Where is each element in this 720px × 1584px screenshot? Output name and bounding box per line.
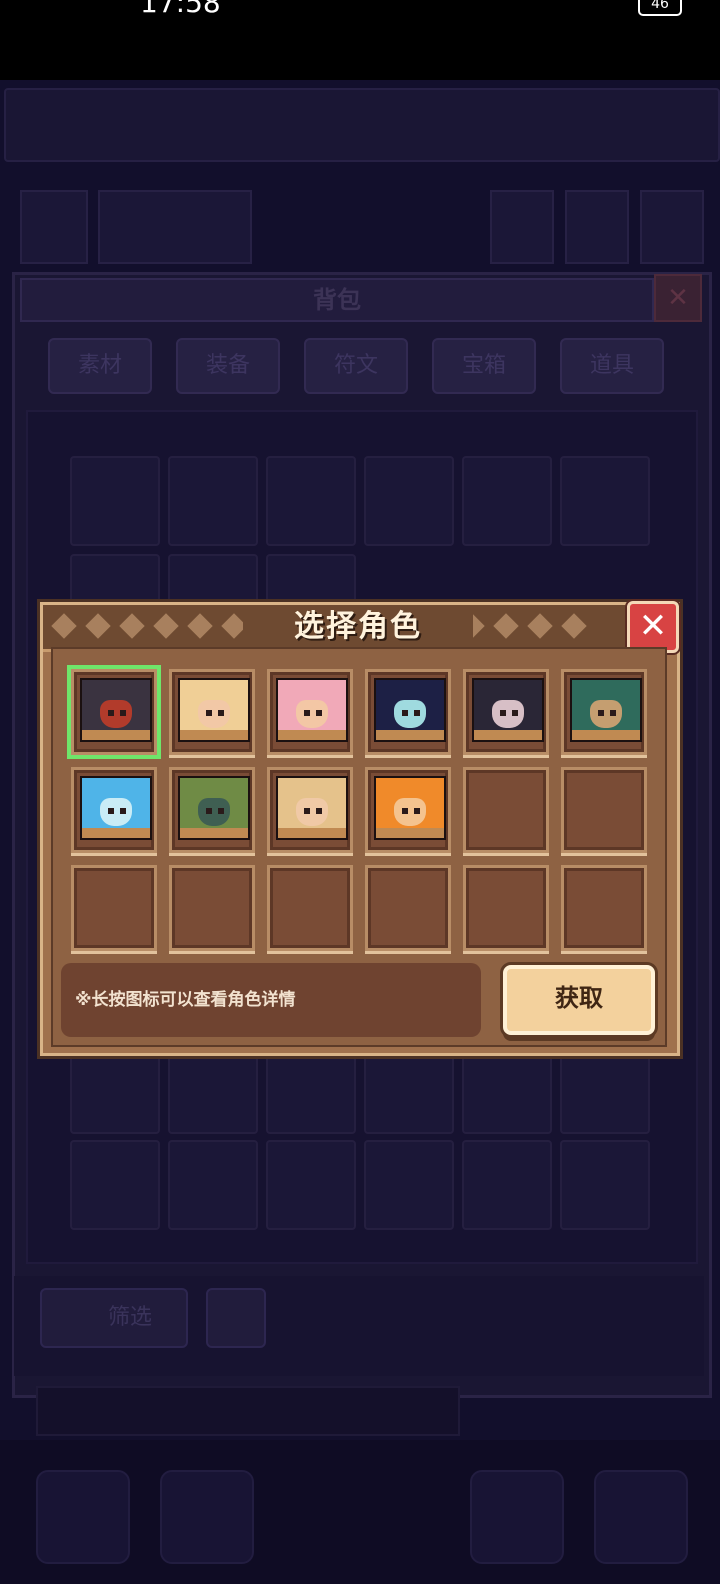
tab-materials: 素材 (48, 338, 152, 394)
tab-items: 道具 (560, 338, 664, 394)
backpack-close-icon: ✕ (654, 274, 702, 322)
character-portrait (374, 776, 446, 840)
nav-button (470, 1470, 564, 1564)
character-portrait (276, 776, 348, 840)
dialog-title: 选择角色 (243, 609, 473, 645)
character-slot-blue-hair-character[interactable] (71, 767, 157, 853)
tab-equipment: 装备 (176, 338, 280, 394)
character-portrait (570, 678, 642, 742)
empty-character-slot (463, 767, 549, 853)
character-portrait (374, 678, 446, 742)
empty-character-slot (463, 865, 549, 951)
status-bar: 17:58 46 (0, 0, 720, 80)
character-slot-plant-character[interactable] (169, 767, 255, 853)
hint-box: ※长按图标可以查看角色详情 (61, 963, 481, 1037)
empty-character-slot (71, 865, 157, 951)
background-info-bar (36, 1386, 460, 1436)
tab-runes: 符文 (304, 338, 408, 394)
background-resource-row (20, 190, 704, 264)
character-slot-pink-hat-character[interactable] (267, 669, 353, 755)
nav-button (36, 1470, 130, 1564)
sort-button (206, 1288, 266, 1348)
character-slot-dark-blue-hair-character[interactable] (365, 669, 451, 755)
dialog-header: 选择角色 (43, 605, 625, 652)
empty-character-slot (561, 865, 647, 951)
close-icon: ✕ (638, 606, 668, 646)
character-portrait (80, 678, 152, 742)
backpack-title-bar: 背包 (20, 278, 654, 322)
character-portrait (178, 678, 250, 742)
backpack-tabs: 素材 装备 符文 宝箱 道具 (48, 338, 668, 394)
status-time: 17:58 (140, 0, 221, 19)
character-portrait (80, 776, 152, 840)
empty-character-slot (267, 865, 353, 951)
character-slot-green-hair-character[interactable] (561, 669, 647, 755)
character-portrait (276, 678, 348, 742)
character-slot-dark-hooded-character[interactable] (71, 669, 157, 755)
nav-button (160, 1470, 254, 1564)
character-slot-fire-hair-character[interactable] (365, 767, 451, 853)
background-top-bar (4, 88, 720, 162)
filter-button: 筛选 (40, 1288, 188, 1348)
empty-character-slot (365, 865, 451, 951)
character-portrait (472, 678, 544, 742)
tab-chests: 宝箱 (432, 338, 536, 394)
backpack-title: 背包 (313, 286, 361, 314)
empty-character-slot (561, 767, 647, 853)
hint-text: ※长按图标可以查看角色详情 (75, 990, 296, 1010)
character-slot-long-blonde-character[interactable] (267, 767, 353, 853)
character-portrait (178, 776, 250, 840)
empty-character-slot (169, 865, 255, 951)
nav-button (594, 1470, 688, 1564)
select-character-dialog: 选择角色 ✕ ※长按图标可以查看角色详情 获取 (40, 601, 680, 1056)
close-button[interactable]: ✕ (627, 601, 679, 653)
battery-icon: 46 (638, 0, 682, 16)
character-slot-blonde-horned-character[interactable] (169, 669, 255, 755)
get-button[interactable]: 获取 (503, 965, 655, 1035)
character-slot-black-hair-character[interactable] (463, 669, 549, 755)
